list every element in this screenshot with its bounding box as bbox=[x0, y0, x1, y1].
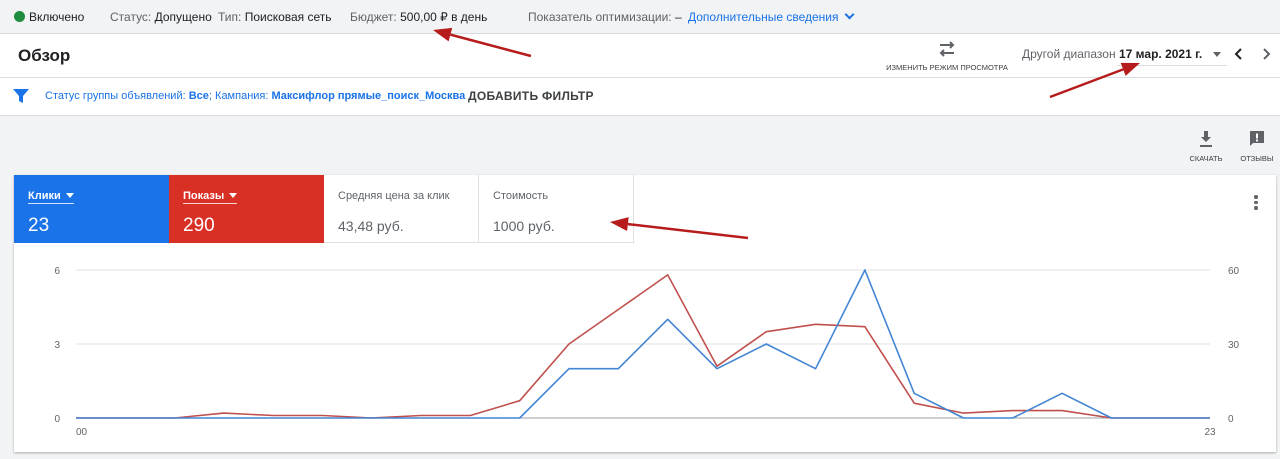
chevron-left-icon bbox=[1234, 48, 1242, 60]
overview-header: Обзор ИЗМЕНИТЬ РЕЖИМ ПРОСМОТРА Другой ди… bbox=[0, 34, 1280, 78]
change-view-mode-button[interactable]: ИЗМЕНИТЬ РЕЖИМ ПРОСМОТРА bbox=[882, 40, 1012, 74]
right-axis-tick-label: 30 bbox=[1228, 340, 1240, 351]
approval-status: Статус: Допущено bbox=[110, 10, 212, 24]
chevron-down-icon bbox=[845, 9, 855, 20]
right-axis-tick-label: 0 bbox=[1228, 414, 1234, 425]
download-label: СКАЧАТЬ bbox=[1189, 154, 1223, 163]
left-axis-tick-label: 3 bbox=[54, 340, 60, 351]
x-axis-tick-label: 00 bbox=[76, 427, 88, 438]
series-line-impressions bbox=[76, 274, 1210, 419]
campaign-status-bar: Включено Статус: Допущено Тип: Поисковая… bbox=[0, 0, 1280, 34]
budget-status: Бюджет: 500,00 ₽ в день bbox=[350, 10, 488, 24]
details-link[interactable]: Дополнительные сведения bbox=[688, 9, 855, 24]
download-icon bbox=[1200, 131, 1212, 147]
performance-card: Клики 23 Показы 290 Средняя цена за клик… bbox=[14, 175, 1276, 452]
feedback-label: ОТЗЫВЫ bbox=[1240, 154, 1274, 163]
x-axis-tick-label: 23 bbox=[1204, 427, 1216, 438]
change-view-mode-label: ИЗМЕНИТЬ РЕЖИМ ПРОСМОТРА bbox=[886, 63, 1008, 72]
network-type: Тип: Поисковая сеть bbox=[218, 10, 332, 24]
download-button[interactable]: СКАЧАТЬ bbox=[1184, 130, 1228, 166]
chevron-right-icon bbox=[1263, 48, 1271, 60]
add-filter-button[interactable]: ДОБАВИТЬ ФИЛЬТР bbox=[468, 89, 594, 103]
feedback-icon bbox=[1250, 131, 1264, 146]
feedback-button[interactable]: ОТЗЫВЫ bbox=[1235, 130, 1279, 166]
date-range-label: Другой диапазон bbox=[1022, 47, 1116, 61]
enabled-status-label: Включено bbox=[29, 10, 85, 24]
swap-arrows-icon bbox=[939, 41, 955, 57]
date-range-value: 17 мар. 2021 г. bbox=[1119, 47, 1203, 61]
active-filters[interactable]: Статус группы объявлений: Все; Кампания:… bbox=[45, 90, 465, 102]
next-period-button[interactable] bbox=[1256, 44, 1276, 64]
right-axis-tick-label: 60 bbox=[1228, 266, 1240, 277]
left-axis-tick-label: 0 bbox=[54, 414, 60, 425]
date-range-select[interactable]: 17 мар. 2021 г. bbox=[1117, 42, 1227, 66]
performance-line-chart: 0 03 306 6000 23 bbox=[54, 266, 1240, 438]
page-title: Обзор bbox=[18, 46, 71, 65]
filter-bar: Статус группы объявлений: Все; Кампания:… bbox=[0, 78, 1280, 116]
dropdown-caret-icon bbox=[1213, 52, 1221, 57]
enabled-status-dot-icon bbox=[14, 11, 25, 22]
previous-period-button[interactable] bbox=[1229, 44, 1249, 64]
filter-funnel-icon[interactable] bbox=[13, 89, 29, 103]
optimization-score: Показатель оптимизации: – bbox=[528, 10, 682, 24]
left-axis-tick-label: 6 bbox=[54, 266, 60, 277]
